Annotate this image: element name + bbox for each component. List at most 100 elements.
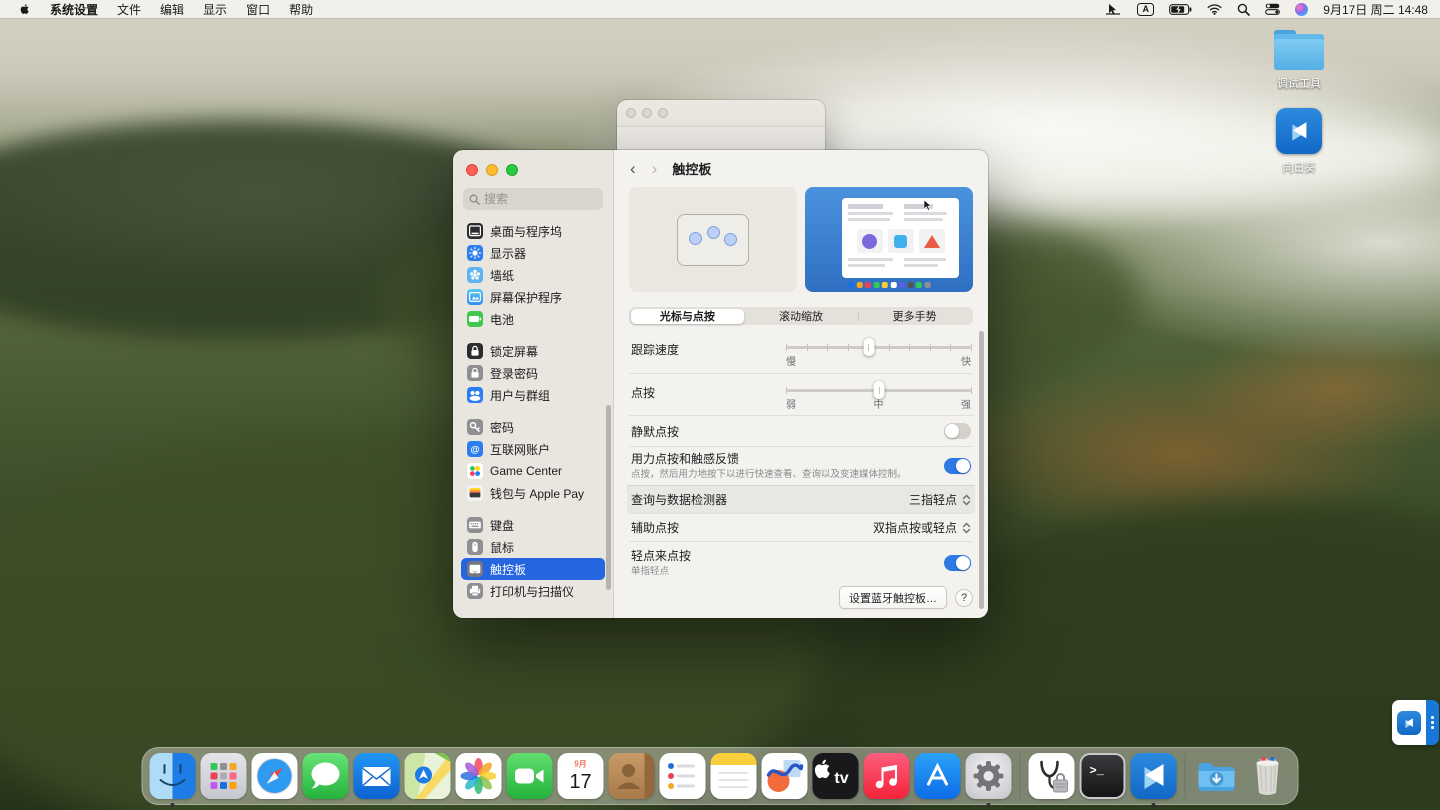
sidebar-item-trackpad[interactable]: 触控板 xyxy=(461,558,605,580)
search-input[interactable] xyxy=(484,192,594,206)
chevron-up-down-icon[interactable] xyxy=(962,494,971,506)
sidebar-item-game-center[interactable]: Game Center xyxy=(461,460,605,482)
tab-0[interactable]: 光标与点按 xyxy=(630,308,745,324)
help-button[interactable]: ? xyxy=(955,588,973,607)
sidebar-item-label: 键盘 xyxy=(490,518,515,533)
dock-system-settings-icon[interactable] xyxy=(965,753,1012,807)
dock-notes-icon[interactable] xyxy=(710,753,757,799)
menu-item-5[interactable]: 帮助 xyxy=(289,1,313,18)
dock-messages-icon[interactable] xyxy=(302,753,349,799)
dock-freeform-icon[interactable] xyxy=(761,753,808,799)
page-title: 触控板 xyxy=(672,161,712,177)
minimize-button-inactive[interactable] xyxy=(642,108,652,118)
sidebar-item-label: 锁定屏幕 xyxy=(490,344,539,359)
users-groups-icon xyxy=(467,387,483,403)
force-click-toggle[interactable] xyxy=(944,458,971,474)
battery-charging-icon[interactable] xyxy=(1169,3,1192,15)
menu-item-0[interactable]: 系统设置 xyxy=(50,1,98,18)
sidebar-item-lock-screen[interactable]: 锁定屏幕 xyxy=(461,340,605,362)
sidebar-item-internet-accounts[interactable]: @ 互联网账户 xyxy=(461,438,605,460)
click-pressure-slider[interactable]: 弱 中 强 xyxy=(786,381,972,411)
sidebar-group-1: 锁定屏幕登录密码 用户与群组 xyxy=(453,340,613,406)
dock-facetime-icon[interactable] xyxy=(506,753,553,799)
sidebar-scrollbar[interactable] xyxy=(606,405,611,590)
zoom-button-inactive[interactable] xyxy=(658,108,668,118)
dock-launchpad-icon[interactable] xyxy=(200,753,247,799)
window-controls-inactive[interactable] xyxy=(617,100,825,118)
sidebar-item-passwords[interactable]: 密码 xyxy=(461,416,605,438)
sidebar-item-desktop-dock[interactable]: 桌面与程序坞 xyxy=(461,220,605,242)
secondary-click-dropdown[interactable]: 双指点按或轻点 xyxy=(873,519,971,536)
sidebar-item-printers[interactable]: 打印机与扫描仪 xyxy=(461,580,605,602)
sidebar-item-screensaver[interactable]: 屏幕保护程序 xyxy=(461,286,605,308)
dock-separator xyxy=(1184,753,1186,799)
menu-item-3[interactable]: 显示 xyxy=(203,1,227,18)
tab-2[interactable]: 更多手势 xyxy=(857,309,972,324)
sunflower-floating-widget[interactable] xyxy=(1392,700,1439,745)
dock-trash-icon[interactable] xyxy=(1245,753,1291,799)
window-controls[interactable] xyxy=(453,150,613,176)
back-button[interactable]: ‹ xyxy=(630,160,636,177)
slider-tick xyxy=(806,344,808,351)
close-button[interactable] xyxy=(466,164,478,176)
sunflower-widget-icon[interactable] xyxy=(1392,700,1426,745)
desktop-dock-icon xyxy=(467,223,483,239)
tap-to-click-toggle[interactable] xyxy=(944,554,971,571)
tracking-speed-slider[interactable]: 慢 快 xyxy=(786,338,972,368)
zoom-button[interactable] xyxy=(506,164,518,176)
svg-text:9月: 9月 xyxy=(574,760,586,769)
dock-downloads-icon[interactable] xyxy=(1194,753,1240,799)
dock-safari-icon[interactable] xyxy=(251,753,298,799)
dock-sunflower-icon[interactable] xyxy=(1130,753,1177,807)
slider-tick xyxy=(827,344,829,351)
desktop-icon-sunflower[interactable]: 向日葵 xyxy=(1261,108,1337,175)
dock-terminal-icon[interactable]: >_ xyxy=(1079,753,1126,799)
preview-tile-square xyxy=(887,229,914,253)
chevron-up-down-icon[interactable] xyxy=(962,522,971,534)
minimize-button[interactable] xyxy=(486,164,498,176)
sunflower-widget-menu[interactable] xyxy=(1426,700,1439,745)
dock-music-icon[interactable] xyxy=(863,753,910,799)
dock-photos-icon[interactable] xyxy=(455,753,502,799)
sidebar-item-display[interactable]: 显示器 xyxy=(461,242,605,264)
wifi-icon[interactable] xyxy=(1207,3,1222,15)
sidebar-item-users-groups[interactable]: 用户与群组 xyxy=(461,384,605,406)
dock-finder-icon[interactable] xyxy=(149,753,196,807)
silent-click-toggle[interactable] xyxy=(944,423,971,439)
menu-item-1[interactable]: 文件 xyxy=(117,1,141,18)
sidebar-item-mouse[interactable]: 鼠标 xyxy=(461,536,605,558)
dock-contacts-icon[interactable] xyxy=(608,753,655,799)
spotlight-icon[interactable] xyxy=(1237,3,1251,16)
menu-item-2[interactable]: 编辑 xyxy=(160,1,184,18)
input-source-icon[interactable]: A xyxy=(1137,2,1155,16)
menu-item-4[interactable]: 窗口 xyxy=(246,1,270,18)
setup-bluetooth-trackpad-button[interactable]: 设置蓝牙触控板… xyxy=(839,586,947,609)
sidebar-item-wallet[interactable]: 钱包与 Apple Pay xyxy=(461,482,605,504)
content-scrollbar[interactable] xyxy=(979,331,984,609)
sidebar-item-keyboard[interactable]: 键盘 xyxy=(461,514,605,536)
lookup-dropdown[interactable]: 三指轻点 xyxy=(909,491,971,508)
desktop-icon-debug-tools[interactable]: 调试工具 xyxy=(1261,30,1337,91)
preview-dock-dot xyxy=(873,282,880,288)
dock-mail-icon[interactable] xyxy=(353,753,400,799)
close-button-inactive[interactable] xyxy=(626,108,636,118)
sidebar-item-login-password[interactable]: 登录密码 xyxy=(461,362,605,384)
dock-reminders-icon[interactable] xyxy=(659,753,706,799)
apple-menu-icon[interactable] xyxy=(19,3,31,15)
system-settings-window: 桌面与程序坞显示器墙纸屏幕保护程序电池锁定屏幕登录密码用户与群组密码 @ 互联网账户… xyxy=(453,150,988,618)
sidebar-search[interactable] xyxy=(463,188,603,210)
dock-diagnostic-icon[interactable] xyxy=(1028,753,1075,799)
menubar-clock[interactable]: 9月17日 周二 14:48 xyxy=(1323,1,1428,18)
screen-sharing-icon[interactable] xyxy=(1105,3,1122,16)
tab-1[interactable]: 滚动缩放 xyxy=(744,309,858,324)
control-center-icon[interactable] xyxy=(1265,3,1281,15)
sidebar-item-wallpaper[interactable]: 墙纸 xyxy=(461,264,605,286)
dock-appletv-icon[interactable]: tv xyxy=(812,753,859,799)
dock-maps-icon[interactable] xyxy=(404,753,451,799)
dock-appstore-icon[interactable] xyxy=(914,753,961,799)
sidebar-item-battery[interactable]: 电池 xyxy=(461,308,605,330)
siri-icon[interactable] xyxy=(1295,2,1309,16)
running-indicator xyxy=(170,803,175,807)
content-header: ‹ › 触控板 xyxy=(614,150,988,186)
dock-calendar-icon[interactable]: 9月 17 xyxy=(557,753,604,799)
